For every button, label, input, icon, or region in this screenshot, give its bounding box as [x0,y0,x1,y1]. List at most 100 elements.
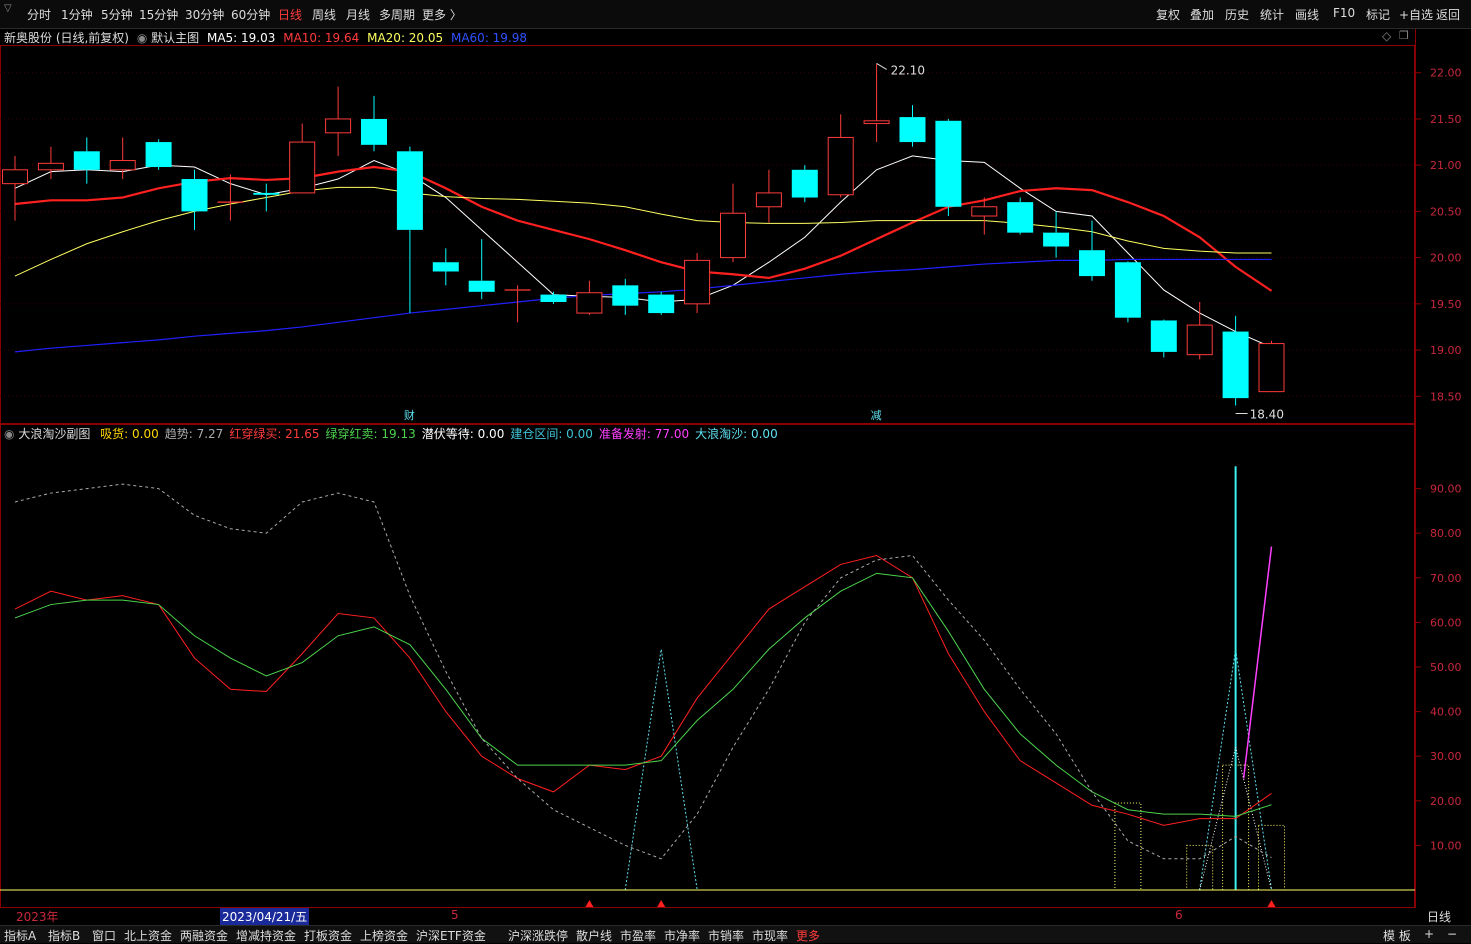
candle-body [432,262,459,272]
low-price-label: 18.40 [1250,408,1284,422]
candle[interactable] [468,239,495,300]
candle[interactable] [791,165,818,203]
candle[interactable] [971,197,998,235]
candle[interactable] [1114,261,1141,323]
candle[interactable] [1043,211,1070,258]
candle[interactable] [432,248,459,286]
zoom-out-button[interactable]: − [1447,927,1457,941]
bottom-tab[interactable]: 上榜资金 [360,927,408,944]
candle-body [325,118,352,134]
sub-line-绿穿红卖 [14,572,1272,817]
candle[interactable] [2,155,28,221]
buy-signal-marker [1267,900,1276,907]
main-tick-label: 18.50 [1430,390,1462,403]
candle-body [1186,324,1213,356]
candle-body [468,280,495,292]
candle-body [612,285,639,306]
main-tick-label: 21.00 [1430,159,1462,172]
sub-tick-label: 80.00 [1430,527,1462,540]
candle-body [289,141,316,194]
bottom-tab[interactable]: 窗口 [92,927,116,944]
candle[interactable] [1222,315,1249,406]
candle-body [684,259,711,305]
candle[interactable] [289,123,316,194]
candle[interactable] [648,291,675,315]
sub-tick-label: 10.00 [1430,839,1462,852]
sub-tick-label: 30.00 [1430,750,1462,763]
sub-tick-label: 70.00 [1430,572,1462,585]
bottom-tab[interactable]: 打板资金 [304,927,352,944]
price-chart[interactable]: 22.00 21.50 21.00 20.50 20.00 19.50 19.00 18.50… [0,0,1471,908]
candle[interactable] [720,183,746,263]
date-cursor-label: 2023/04/21/五 [220,908,310,925]
candle[interactable] [863,63,890,143]
candle[interactable] [181,169,208,230]
bottom-tab[interactable]: 沪深涨跌停 [508,927,568,944]
bottom-tab[interactable]: 两融资金 [180,927,228,944]
candle[interactable] [935,118,962,217]
candle-body [899,117,926,143]
candle[interactable] [540,291,567,304]
candle[interactable] [684,252,711,314]
main-tick-label: 20.00 [1430,252,1462,265]
candle-body [971,206,998,217]
candle-body [1150,320,1177,352]
candle[interactable] [217,174,244,221]
sub-tick-label: 60.00 [1430,616,1462,629]
candle[interactable] [576,280,603,315]
candle[interactable] [1258,340,1285,393]
candle[interactable] [1007,197,1034,235]
bottom-tab[interactable]: 指标A [4,927,36,944]
candle[interactable] [73,137,100,184]
bottom-tab[interactable]: 市现率 [752,927,788,944]
candle-body [37,162,64,171]
candle[interactable] [109,137,136,180]
sub-tick-label: 40.00 [1430,706,1462,719]
candle[interactable] [1150,319,1177,358]
candle[interactable] [755,169,782,223]
candle-body [181,179,208,212]
candle[interactable] [145,139,172,170]
candle-body [1007,202,1034,233]
date-month6-label: 6 [1175,908,1183,922]
reduce-event-marker[interactable]: 减 [871,409,882,422]
bottom-tab[interactable]: 指标B [48,927,80,944]
zoom-in-button[interactable]: + [1424,927,1434,941]
sub-tick-label: 20.00 [1430,795,1462,808]
candle-body [1114,262,1141,318]
candle[interactable] [827,114,854,198]
finance-event-marker[interactable]: 财 [404,408,415,422]
template-button[interactable]: 模 板 [1383,927,1411,944]
candle[interactable] [899,105,926,147]
period-label[interactable]: 日线 [1427,908,1451,925]
main-tick-label: 20.50 [1430,205,1462,218]
candle-body [109,160,136,171]
candle[interactable] [1186,301,1213,360]
candle-body [1043,232,1070,247]
bottom-tab[interactable]: 沪深ETF资金 [416,927,486,944]
candle-body [755,192,782,208]
bottom-tab[interactable]: 市销率 [708,927,744,944]
bottom-tab[interactable]: 散户线 [576,927,612,944]
date-year-label: 2023年 [16,910,59,924]
candle-body [1222,331,1249,399]
main-tick-label: 21.50 [1430,113,1462,126]
bottom-tab[interactable]: 市盈率 [620,927,656,944]
candle[interactable] [612,278,639,315]
candle[interactable] [37,146,64,180]
candle[interactable] [253,183,280,212]
candle[interactable] [361,95,387,152]
candle[interactable] [325,86,352,156]
candle-body [648,294,675,314]
candle-body [145,142,172,168]
candle[interactable] [396,146,423,314]
bottom-tab[interactable]: 增减持资金 [236,927,296,944]
bottom-tab[interactable]: 市净率 [664,927,700,944]
bottom-tab[interactable]: 更多 [796,927,820,944]
candle[interactable] [1079,220,1105,281]
candle-body [396,151,423,230]
candle-body [1079,250,1105,277]
bottom-tab[interactable]: 北上资金 [124,927,172,944]
sub-tick-label: 90.00 [1430,483,1462,496]
candle-body [73,151,100,170]
